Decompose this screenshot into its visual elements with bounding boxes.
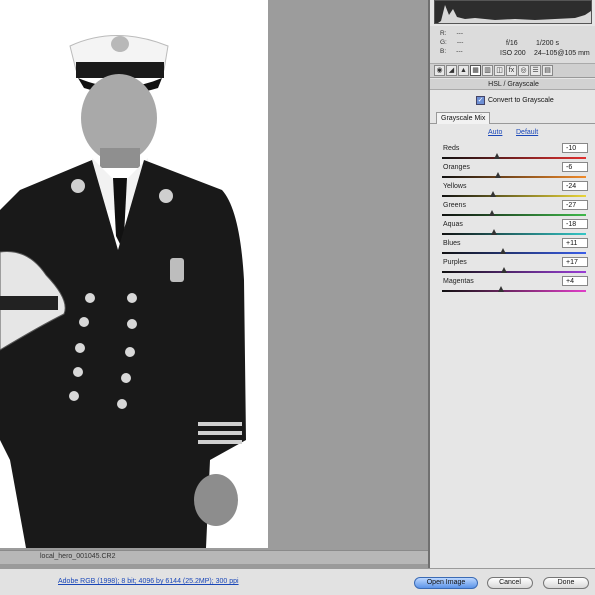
filename-bar: local_hero_001045.CR2 bbox=[0, 550, 428, 564]
slider-thumb[interactable] bbox=[488, 210, 495, 216]
slider-yellows[interactable]: Yellows -24 bbox=[440, 181, 588, 201]
default-link[interactable]: Default bbox=[516, 129, 538, 136]
subtab-row: Grayscale Mix bbox=[430, 112, 595, 124]
slider-value-field[interactable]: -27 bbox=[562, 200, 588, 210]
convert-grayscale-label: Convert to Grayscale bbox=[488, 97, 554, 104]
slider-thumb[interactable] bbox=[501, 267, 508, 273]
slider-track[interactable] bbox=[442, 195, 586, 197]
histogram-graph bbox=[438, 5, 591, 23]
lens-tab-icon[interactable]: ◫ bbox=[494, 65, 505, 76]
histogram bbox=[434, 0, 592, 24]
preview-canvas[interactable] bbox=[0, 0, 428, 550]
slider-aquas[interactable]: Aquas -18 bbox=[440, 219, 588, 239]
slider-label: Oranges bbox=[443, 164, 470, 171]
split-toning-tab-icon[interactable]: ▥ bbox=[482, 65, 493, 76]
shutter-value: 1/200 s bbox=[536, 40, 559, 47]
done-button[interactable]: Done bbox=[543, 577, 589, 589]
section-title: HSL / Grayscale bbox=[430, 79, 595, 90]
detail-tab-icon[interactable]: ▲ bbox=[458, 65, 469, 76]
bottom-bar: Adobe RGB (1998); 8 bit; 4096 by 6144 (2… bbox=[0, 568, 595, 595]
b-readout: B: --- bbox=[440, 48, 463, 55]
lens-value: 24–105@105 mm bbox=[534, 50, 590, 57]
slider-label: Reds bbox=[443, 145, 460, 152]
slider-thumb[interactable] bbox=[497, 286, 504, 292]
slider-track[interactable] bbox=[442, 233, 586, 235]
grayscale-photo bbox=[0, 0, 268, 548]
slider-value-field[interactable]: -24 bbox=[562, 181, 588, 191]
slider-thumb[interactable] bbox=[499, 248, 506, 254]
slider-label: Purples bbox=[443, 259, 467, 266]
slider-label: Magentas bbox=[443, 278, 474, 285]
r-readout: R: --- bbox=[440, 30, 463, 37]
slider-track[interactable] bbox=[442, 176, 586, 178]
slider-track[interactable] bbox=[442, 271, 586, 273]
slider-value-field[interactable]: -18 bbox=[562, 219, 588, 229]
presets-tab-icon[interactable]: ☰ bbox=[530, 65, 541, 76]
slider-track[interactable] bbox=[442, 214, 586, 216]
slider-value-field[interactable]: +17 bbox=[562, 257, 588, 267]
camera-readout: R: --- G: --- B: --- f/16 1/200 s ISO 200 2… bbox=[430, 26, 595, 64]
tool-tabs: ◉ ◢ ▲ ▦ ▥ ◫ fx ◎ ☰ ▤ bbox=[430, 64, 595, 78]
iso-value: ISO 200 bbox=[500, 50, 526, 57]
basic-tab-icon[interactable]: ◉ bbox=[434, 65, 445, 76]
snapshots-tab-icon[interactable]: ▤ bbox=[542, 65, 553, 76]
slider-label: Yellows bbox=[443, 183, 467, 190]
aperture-value: f/16 bbox=[506, 40, 518, 47]
slider-magentas[interactable]: Magentas +4 bbox=[440, 276, 588, 296]
filename-label: local_hero_001045.CR2 bbox=[40, 553, 116, 560]
slider-thumb[interactable] bbox=[494, 172, 501, 178]
slider-label: Aquas bbox=[443, 221, 463, 228]
workflow-options-link[interactable]: Adobe RGB (1998); 8 bit; 4096 by 6144 (2… bbox=[58, 578, 239, 585]
firefighter-image bbox=[0, 0, 268, 548]
slider-blues[interactable]: Blues +11 bbox=[440, 238, 588, 258]
convert-grayscale-checkbox[interactable]: ✓ bbox=[476, 96, 485, 105]
effects-tab-icon[interactable]: fx bbox=[506, 65, 517, 76]
slider-value-field[interactable]: +11 bbox=[562, 238, 588, 248]
slider-track[interactable] bbox=[442, 252, 586, 254]
tab-grayscale-mix[interactable]: Grayscale Mix bbox=[436, 112, 491, 124]
slider-greens[interactable]: Greens -27 bbox=[440, 200, 588, 220]
auto-link[interactable]: Auto bbox=[488, 129, 502, 136]
cancel-button[interactable]: Cancel bbox=[487, 577, 533, 589]
hsl-tab-icon[interactable]: ▦ bbox=[470, 65, 481, 76]
slider-value-field[interactable]: +4 bbox=[562, 276, 588, 286]
open-image-button[interactable]: Open Image bbox=[414, 577, 478, 589]
slider-track[interactable] bbox=[442, 157, 586, 159]
slider-thumb[interactable] bbox=[489, 191, 496, 197]
slider-thumb[interactable] bbox=[491, 229, 498, 235]
slider-reds[interactable]: Reds -10 bbox=[440, 143, 588, 163]
slider-purples[interactable]: Purples +17 bbox=[440, 257, 588, 277]
slider-value-field[interactable]: -10 bbox=[562, 143, 588, 153]
slider-oranges[interactable]: Oranges -6 bbox=[440, 162, 588, 182]
convert-grayscale-row[interactable]: ✓ Convert to Grayscale bbox=[476, 96, 554, 105]
camera-calibration-tab-icon[interactable]: ◎ bbox=[518, 65, 529, 76]
slider-label: Blues bbox=[443, 240, 461, 247]
adjustment-panel: R: --- G: --- B: --- f/16 1/200 s ISO 200 2… bbox=[428, 0, 595, 568]
tone-curve-tab-icon[interactable]: ◢ bbox=[446, 65, 457, 76]
slider-label: Greens bbox=[443, 202, 466, 209]
g-readout: G: --- bbox=[440, 39, 464, 46]
slider-track[interactable] bbox=[442, 290, 586, 292]
slider-thumb[interactable] bbox=[493, 153, 500, 159]
slider-value-field[interactable]: -6 bbox=[562, 162, 588, 172]
